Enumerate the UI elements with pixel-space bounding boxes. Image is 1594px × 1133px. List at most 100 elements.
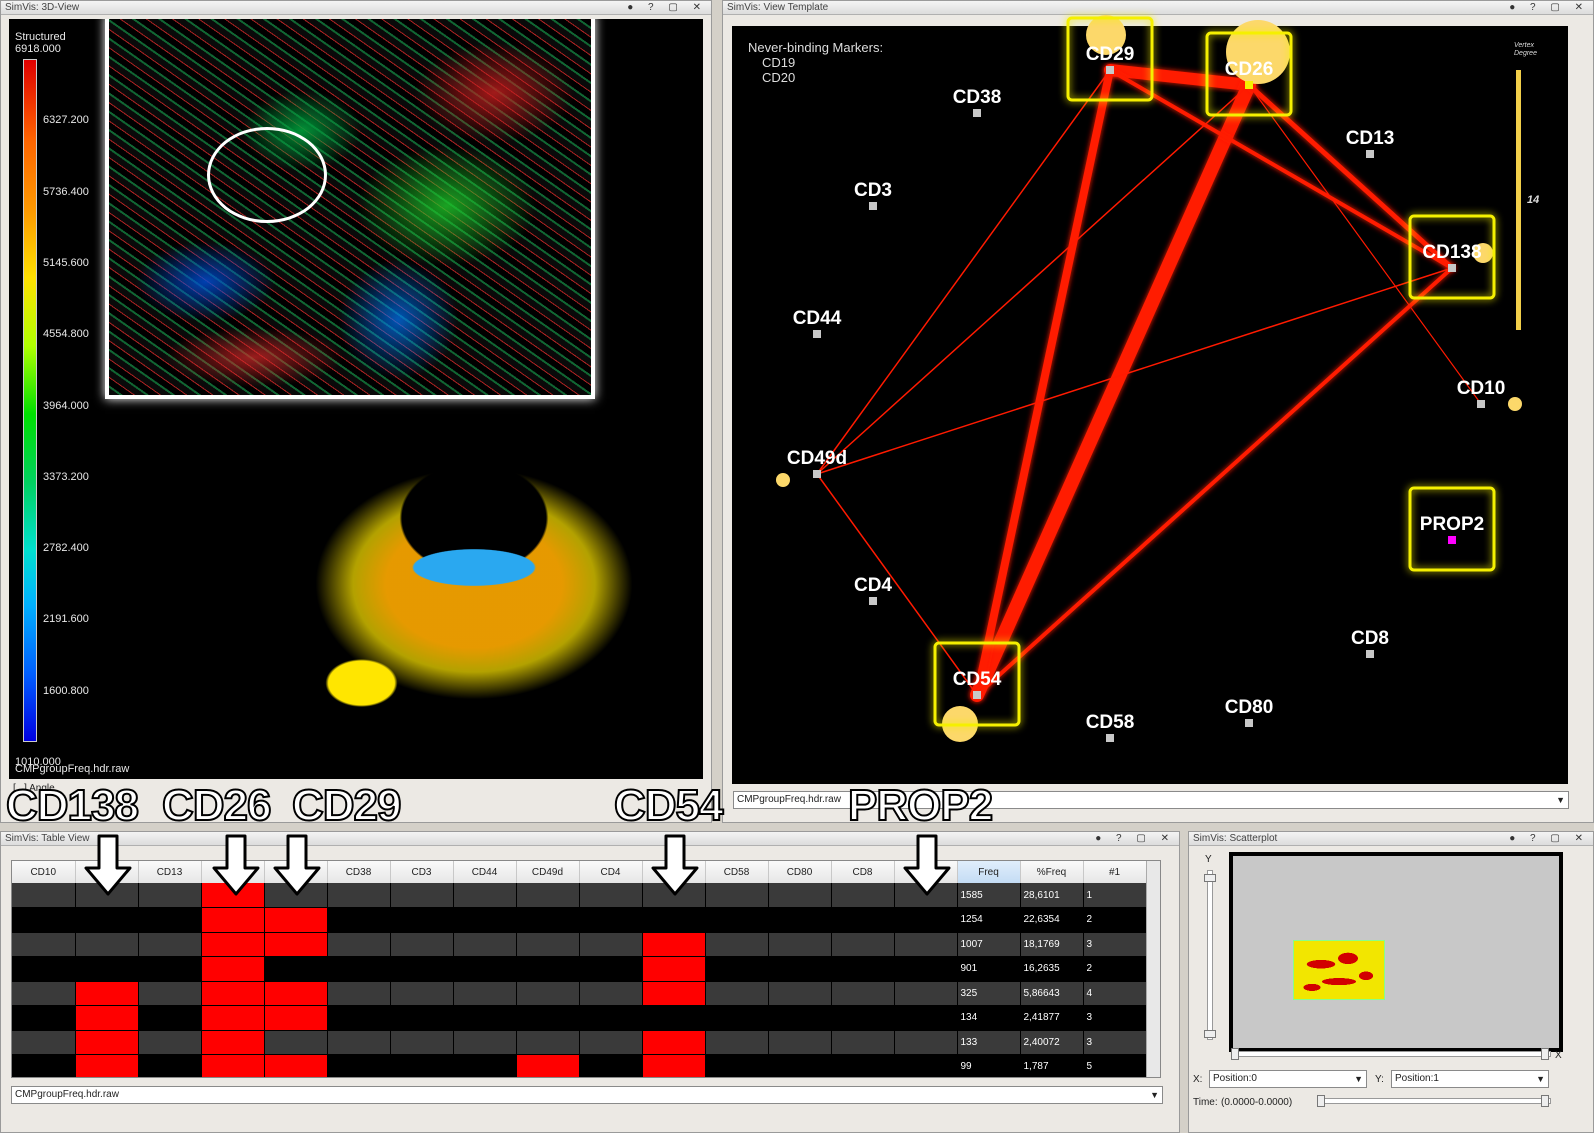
marker-cell bbox=[768, 1054, 832, 1077]
freq-cell: 133 bbox=[957, 1030, 1021, 1055]
column-header[interactable]: CD13 bbox=[138, 861, 202, 883]
x-range-slider[interactable] bbox=[1233, 1051, 1551, 1057]
column-header[interactable]: CD10 bbox=[12, 861, 76, 883]
marker-cell bbox=[642, 907, 706, 933]
marker-cell bbox=[579, 1005, 643, 1031]
marker-cell bbox=[201, 907, 265, 933]
table-titlebar: SimVis: Table View ● ? ▢ ✕ bbox=[1, 832, 1179, 846]
colorbar-tick-label: 5736.400 bbox=[43, 185, 89, 198]
legend-title: Never-binding Markers: bbox=[748, 40, 884, 55]
graph-window: SimVis: View Template ● ? ▢ ✕ CMPgroupFr… bbox=[722, 0, 1594, 823]
table-row[interactable]: 325 5,86643 4 bbox=[12, 981, 1147, 1006]
marker-cell bbox=[768, 1005, 832, 1031]
chevron-down-icon: ▼ bbox=[1354, 1074, 1363, 1084]
column-header[interactable]: CD3 bbox=[390, 861, 454, 883]
column-header[interactable]: PROP2 bbox=[894, 861, 958, 883]
table-row[interactable]: 1585 28,6101 1 bbox=[12, 883, 1147, 908]
column-header[interactable]: CD58 bbox=[705, 861, 769, 883]
colorbar-tick-label: 6327.200 bbox=[43, 114, 89, 127]
colorbar-tick-label: 2191.600 bbox=[43, 613, 89, 626]
window-controls-icon[interactable]: ● ? ▢ ✕ bbox=[1509, 1, 1589, 14]
scatter-titlebar: SimVis: Scatterplot ● ? ▢ ✕ bbox=[1189, 832, 1593, 846]
percent-freq-cell: 18,1769 bbox=[1020, 932, 1084, 957]
marker-cell bbox=[705, 981, 769, 1006]
marker-cell bbox=[579, 883, 643, 908]
column-header[interactable]: CD38 bbox=[327, 861, 391, 883]
count-cell: 3 bbox=[1083, 1005, 1147, 1031]
window-controls-icon[interactable]: ● ? ▢ ✕ bbox=[1095, 832, 1175, 845]
graph-file-select-value: CMPgroupFreq.hdr.raw bbox=[737, 794, 841, 805]
marker-cell bbox=[264, 907, 328, 933]
table-file-select[interactable]: CMPgroupFreq.hdr.raw ▼ bbox=[11, 1086, 1163, 1104]
marker-cell bbox=[12, 1030, 76, 1055]
marker-cell bbox=[579, 1054, 643, 1077]
count-cell: 5 bbox=[1083, 1054, 1147, 1077]
window-controls-icon[interactable]: ● ? ▢ ✕ bbox=[1509, 832, 1589, 845]
percent-freq-cell: 16,2635 bbox=[1020, 956, 1084, 982]
marker-cell bbox=[201, 883, 265, 908]
marker-cell bbox=[516, 956, 580, 982]
marker-cell bbox=[705, 1030, 769, 1055]
x-axis-select[interactable]: Position:0 ▼ bbox=[1209, 1070, 1367, 1088]
marker-cell bbox=[390, 932, 454, 957]
table-row[interactable]: 901 16,2635 2 bbox=[12, 956, 1147, 982]
table-row[interactable]: 99 1,787 5 bbox=[12, 1054, 1147, 1077]
marker-cell bbox=[831, 1005, 895, 1031]
chevron-down-icon: ▼ bbox=[1150, 1090, 1159, 1100]
y-slider-handle[interactable] bbox=[1204, 1030, 1216, 1038]
column-header[interactable]: CD8 bbox=[831, 861, 895, 883]
marker-cell bbox=[390, 883, 454, 908]
scatter-plot-area[interactable] bbox=[1229, 852, 1563, 1052]
time-slider[interactable] bbox=[1321, 1098, 1551, 1104]
y-axis-select[interactable]: Position:1 ▼ bbox=[1391, 1070, 1549, 1088]
marker-cell bbox=[831, 1030, 895, 1055]
volume-render-canvas[interactable]: Structured 6918.000 6327.200 5736.400 5145.… bbox=[9, 19, 703, 779]
time-slider-handle[interactable] bbox=[1317, 1095, 1325, 1107]
x-axis-select-label: X: bbox=[1193, 1074, 1203, 1085]
x-slider-handle[interactable] bbox=[1541, 1048, 1549, 1060]
marker-cell bbox=[75, 981, 139, 1006]
table-row[interactable]: 1254 22,6354 2 bbox=[12, 907, 1147, 933]
column-header[interactable]: CD44 bbox=[453, 861, 517, 883]
count-cell: 2 bbox=[1083, 956, 1147, 982]
marker-cell bbox=[327, 1030, 391, 1055]
marker-cell bbox=[390, 1030, 454, 1055]
y-range-slider[interactable] bbox=[1207, 870, 1213, 1040]
marker-cell bbox=[12, 932, 76, 957]
percent-freq-cell: 28,6101 bbox=[1020, 883, 1084, 908]
column-header[interactable]: #1 bbox=[1083, 861, 1147, 883]
column-header[interactable]: CD49d bbox=[516, 861, 580, 883]
marker-cell bbox=[201, 1005, 265, 1031]
freq-cell: 134 bbox=[957, 1005, 1021, 1031]
colorbar-tick-label: 6918.000 bbox=[15, 43, 61, 55]
colorbar-tick-label: 3373.200 bbox=[43, 470, 89, 483]
window-controls-icon[interactable]: ● ? ▢ ✕ bbox=[627, 1, 707, 14]
table-scrollbar[interactable] bbox=[1146, 861, 1160, 1077]
column-header[interactable]: %Freq bbox=[1020, 861, 1084, 883]
time-slider-handle[interactable] bbox=[1541, 1095, 1549, 1107]
marker-cell bbox=[201, 1030, 265, 1055]
column-header[interactable]: CD138 bbox=[75, 861, 139, 883]
table-row[interactable]: 133 2,40072 3 bbox=[12, 1030, 1147, 1055]
table-row[interactable]: 134 2,41877 3 bbox=[12, 1005, 1147, 1031]
marker-cell bbox=[138, 981, 202, 1006]
frequency-table[interactable]: CD10 CD138 CD13 CD26 CD29 CD38 CD3 CD44 CD49d CD4… bbox=[11, 860, 1161, 1078]
column-header[interactable]: CD29 bbox=[264, 861, 328, 883]
column-header[interactable]: Freq bbox=[957, 861, 1021, 883]
y-slider-handle[interactable] bbox=[1204, 874, 1216, 882]
marker-cell bbox=[768, 1030, 832, 1055]
marker-cell bbox=[768, 932, 832, 957]
column-header[interactable]: CD80 bbox=[768, 861, 832, 883]
x-slider-handle[interactable] bbox=[1231, 1048, 1239, 1060]
percent-freq-cell: 2,41877 bbox=[1020, 1005, 1084, 1031]
column-header[interactable]: CD4 bbox=[579, 861, 643, 883]
column-header[interactable]: CD54 bbox=[642, 861, 706, 883]
table-row[interactable]: 1007 18,1769 3 bbox=[12, 932, 1147, 957]
view3d-titlebar: SimVis: 3D-View ● ? ▢ ✕ bbox=[1, 1, 711, 15]
marker-cell bbox=[327, 907, 391, 933]
marker-cell bbox=[579, 981, 643, 1006]
marker-cell bbox=[138, 1005, 202, 1031]
marker-cell bbox=[453, 1005, 517, 1031]
column-header[interactable]: CD26 bbox=[201, 861, 265, 883]
freq-cell: 901 bbox=[957, 956, 1021, 982]
